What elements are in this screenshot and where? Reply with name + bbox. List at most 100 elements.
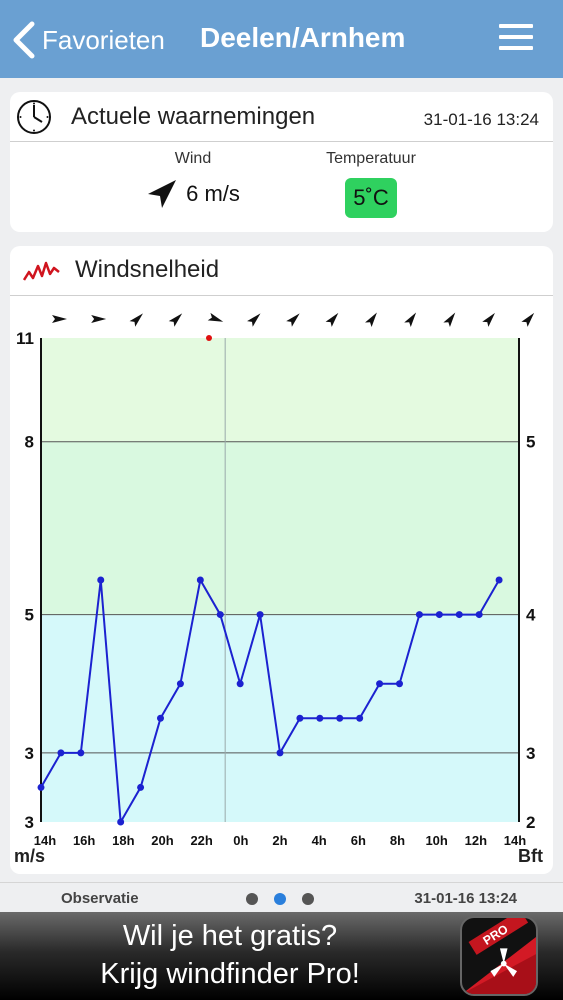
wind-direction-arrow-shape <box>404 312 417 328</box>
wind-direction-arrow-shape <box>52 315 67 323</box>
x-tick-label: 6h <box>351 833 366 848</box>
wind-direction-arrow-shape <box>365 312 377 328</box>
wind-value: 6 m/s <box>186 181 240 206</box>
x-tick-label: 16h <box>73 833 95 848</box>
x-tick-label: 12h <box>465 833 487 848</box>
wind-label: Wind <box>174 150 212 167</box>
wind-speed-point <box>117 818 125 826</box>
wind-direction-arrow-shape <box>521 312 535 327</box>
left-unit-label: m/s <box>14 846 45 866</box>
wind-speed-point <box>495 576 503 584</box>
wind-speed-point <box>196 576 204 584</box>
chart-band <box>41 441 519 615</box>
chevron-left-icon <box>13 21 35 59</box>
left-tick-label: 3 <box>25 744 34 763</box>
wind-speed-point <box>356 714 364 722</box>
wind-direction-arrow-shape <box>91 315 107 323</box>
wind-speed-point <box>57 749 65 757</box>
wind-speed-point <box>376 680 384 688</box>
wind-direction-arrow <box>168 313 183 327</box>
wind-speed-point <box>137 783 145 791</box>
wind-speed-point <box>396 680 403 688</box>
observations-card: Actuele waarnemingen 31-01-16 13:24 Wind… <box>10 92 553 232</box>
x-tick-label: 18h <box>112 833 134 848</box>
right-tick-label: 4 <box>526 606 536 625</box>
wind-direction-arrow <box>52 315 67 323</box>
left-tick-label: 3 <box>25 813 34 832</box>
ad-line-1: Wil je het gratis? <box>122 920 338 952</box>
wind-direction-arrow <box>91 315 107 323</box>
wind-direction-arrow-shape <box>482 312 495 327</box>
ad-banner[interactable]: Wil je het gratis? Krijg windfinder Pro!… <box>0 912 563 1000</box>
back-button[interactable]: Favorieten <box>10 20 210 60</box>
observations-header: Actuele waarnemingen 31-01-16 13:24 <box>10 92 553 142</box>
wind-speed-point <box>236 680 244 688</box>
bottom-status-bar: Observatie 31-01-16 13:24 <box>0 882 563 912</box>
wind-direction-arrow-icon <box>148 180 177 208</box>
wind-speed-point <box>435 611 443 619</box>
footer-timestamp: 31-01-16 13:24 <box>414 890 517 907</box>
temperature-observation: Temperatuur 5˚C <box>304 150 438 218</box>
wind-speed-point <box>97 576 105 584</box>
wind-speed-point <box>77 749 85 757</box>
wind-speed-point <box>176 680 184 688</box>
temperature-badge: 5˚C <box>345 178 397 218</box>
wind-direction-arrow <box>247 313 261 327</box>
wind-speed-point <box>216 611 224 619</box>
back-label: Favorieten <box>42 24 165 55</box>
wind-direction-arrow <box>521 312 535 327</box>
x-tick-label: 2h <box>272 833 287 848</box>
left-tick-label: 8 <box>25 433 34 452</box>
temperature-label: Temperatuur <box>326 150 416 167</box>
wind-speed-point <box>276 749 284 757</box>
wind-direction-arrow <box>365 312 377 328</box>
right-tick-label: 2 <box>526 813 535 832</box>
right-unit-label: Bft <box>518 846 543 866</box>
wind-direction-arrow-shape <box>207 312 224 322</box>
right-tick-label: 3 <box>526 744 535 763</box>
page-dot-active[interactable] <box>274 893 286 905</box>
wind-speed-point <box>157 714 164 722</box>
wind-speed-point <box>37 783 45 791</box>
wind-direction-arrow <box>286 313 300 327</box>
wind-direction-arrow <box>207 312 224 322</box>
wind-direction-arrow-shape <box>247 313 261 327</box>
observations-timestamp: 31-01-16 13:24 <box>423 110 539 129</box>
wind-speed-point <box>296 714 304 722</box>
x-tick-label: 8h <box>390 833 405 848</box>
wind-speed-point <box>455 611 463 619</box>
wind-observation: Wind 6 m/s <box>128 150 258 210</box>
x-tick-label: 20h <box>151 833 173 848</box>
x-tick-label: 22h <box>190 833 212 848</box>
observations-title: Actuele waarnemingen <box>71 103 316 130</box>
gust-marker <box>206 335 212 341</box>
wind-speed-point <box>316 714 324 722</box>
observation-tab-label[interactable]: Observatie <box>61 890 139 907</box>
left-tick-label: 5 <box>25 606 34 625</box>
page-indicator[interactable] <box>246 893 330 905</box>
clock-icon <box>17 100 51 134</box>
page-dot[interactable] <box>302 893 314 905</box>
ad-line-2: Krijg windfinder Pro! <box>100 958 360 990</box>
wind-direction-arrow <box>325 312 339 327</box>
wind-speed-point <box>256 611 264 619</box>
left-tick-label: 11 <box>16 329 34 348</box>
hamburger-menu-icon[interactable] <box>499 24 533 54</box>
wind-speed-point <box>475 611 483 619</box>
wind-direction-arrow-shape <box>168 313 183 327</box>
page-dot[interactable] <box>246 893 258 905</box>
windfinder-pro-app-icon[interactable]: PRO <box>460 916 538 996</box>
right-tick-label: 5 <box>526 433 535 452</box>
wind-speed-chart: 335811234514h 16h 18h 20h 22h 0h 2h 4h 6h 8h 10h 12… <box>14 312 543 866</box>
wind-direction-arrow <box>404 312 417 328</box>
wind-direction-arrow <box>129 313 143 327</box>
x-tick-label: 10h <box>425 833 447 848</box>
nav-bar: Favorieten Deelen/Arnhem <box>0 0 563 78</box>
x-tick-label: 0h <box>233 833 248 848</box>
wind-direction-arrow-shape <box>443 312 456 328</box>
wind-direction-arrow-shape <box>325 312 339 327</box>
wind-speed-card: Windsnelheid 3 3 5 8 11 2 3 4 5 14h 16h 18h 20h 22h 0h… <box>10 246 553 874</box>
page-title: Deelen/Arnhem <box>200 22 406 53</box>
wind-speed-point <box>415 611 423 619</box>
wind-speed-point <box>336 714 344 722</box>
